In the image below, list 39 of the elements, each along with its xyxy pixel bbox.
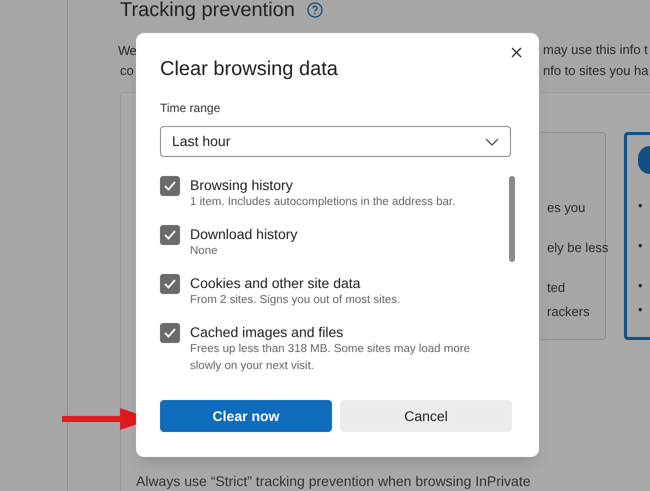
scrollbar[interactable] (509, 176, 515, 262)
option-description: None (190, 244, 218, 259)
checkbox[interactable] (160, 225, 180, 245)
option-description: From 2 sites. Signs you out of most sites. (190, 293, 402, 308)
checkbox[interactable] (160, 323, 180, 343)
body-text: ted (547, 279, 566, 297)
checkmark-icon (164, 279, 176, 289)
time-range-dropdown[interactable]: Last hour (160, 126, 511, 157)
chevron-down-icon (485, 138, 499, 146)
section-heading: Tracking prevention (120, 0, 295, 20)
option-label: Cached images and files (190, 323, 344, 341)
bullet: • (638, 197, 643, 215)
option-description: 1 item. Includes autocompletions in the address bar. (190, 195, 456, 210)
cancel-button[interactable]: Cancel (340, 400, 512, 432)
close-icon (510, 46, 522, 58)
dialog-title: Clear browsing data (160, 57, 339, 81)
bullet: • (638, 301, 643, 319)
checkmark-icon (164, 328, 176, 338)
setting-label: Always use “Strict” tracking prevention when browsing InPrivate (136, 472, 531, 491)
clear-now-button[interactable]: Clear now (160, 400, 332, 432)
checkmark-icon (164, 230, 176, 240)
body-text: co (120, 62, 134, 80)
bullet: • (638, 277, 643, 295)
checkbox[interactable] (160, 274, 180, 294)
bullet: • (638, 237, 643, 255)
checkmark-icon (164, 181, 176, 191)
body-text: es you (547, 199, 586, 217)
option-label: Browsing history (190, 176, 294, 194)
body-text: may use this info t (543, 41, 648, 59)
body-text: rackers (547, 303, 590, 321)
field-label: Time range (160, 100, 222, 117)
checkbox[interactable] (160, 176, 180, 196)
body-text: We (118, 42, 136, 60)
help-icon[interactable] (306, 2, 323, 18)
body-text: nfo to sites you ha (543, 62, 649, 80)
option-label: Cookies and other site data (190, 274, 362, 292)
option-label: Download history (190, 225, 298, 243)
body-text: ely be less (547, 239, 608, 257)
option-description: Frees up less than 318 MB. Some sites may load more slowly on your next visit. (190, 342, 471, 374)
